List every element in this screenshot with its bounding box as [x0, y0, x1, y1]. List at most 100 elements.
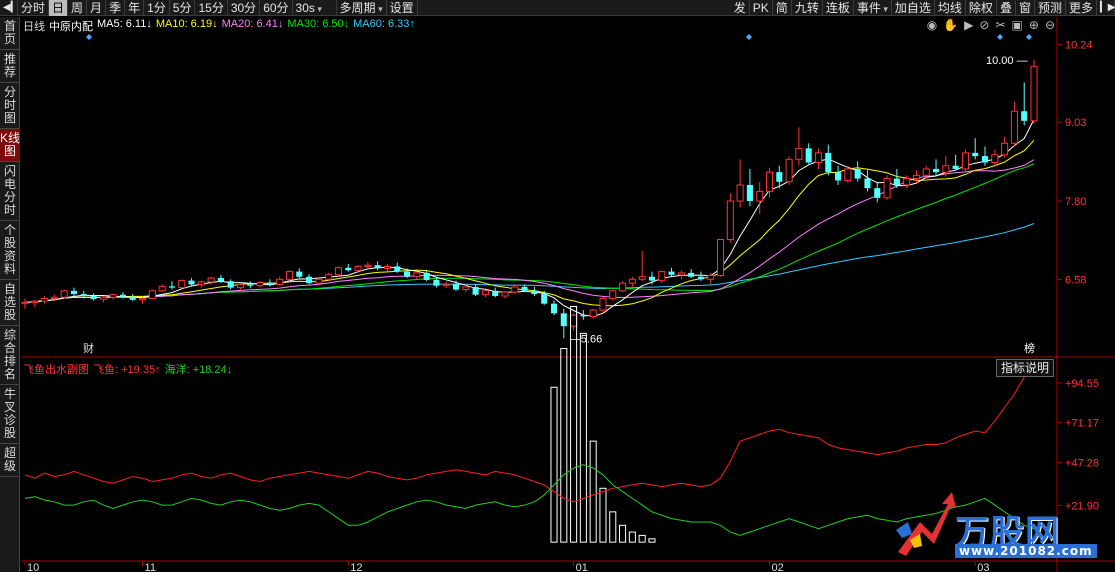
candle-body [178, 280, 186, 289]
lock-icon[interactable]: ▣ [1012, 18, 1023, 32]
candle-body [805, 148, 812, 163]
eye-icon[interactable]: ◉ [927, 18, 937, 32]
sub-indicator-name[interactable]: 飞鱼出水副图 [23, 361, 89, 376]
prev-arrow-icon[interactable]: ◀▎ [0, 0, 18, 16]
toolbar-right-item[interactable]: 窗 [1016, 0, 1035, 16]
scissors-icon[interactable]: ✂ [995, 18, 1005, 32]
candle-body [677, 272, 685, 276]
sidebar-tab[interactable]: 超级 [0, 444, 20, 477]
toolbar-right-item[interactable]: 更多 [1066, 0, 1097, 16]
month-label: 02 [772, 562, 784, 572]
zoom-in-icon[interactable]: ⊕ [1029, 18, 1039, 32]
candle-body [541, 294, 548, 304]
month-label: 03 [977, 562, 989, 572]
candle-body [903, 178, 911, 186]
candle-body [933, 168, 940, 173]
toolbar-right-item[interactable]: 除权 [966, 0, 997, 16]
candle-body [746, 184, 753, 202]
sidebar-tab[interactable]: 牛叉诊股 [0, 385, 20, 444]
candle-body [560, 313, 567, 327]
period-tab[interactable]: 周 [68, 0, 88, 16]
period-tab[interactable]: 季 [106, 0, 126, 16]
toolbar-right-item[interactable]: 均线 [935, 0, 966, 16]
sub-bar [550, 386, 558, 543]
sidebar-tab[interactable]: 推荐 [0, 50, 20, 83]
candle-body [883, 178, 891, 199]
candle-body [668, 271, 675, 275]
sub-bar [609, 511, 617, 543]
sub-bar [628, 531, 636, 543]
play-icon[interactable]: ▶ [964, 18, 973, 32]
ma20-line [24, 159, 1035, 303]
period-tab[interactable]: 15分 [195, 0, 228, 16]
candle-body [41, 298, 49, 302]
price-tick-label: 10.24 [1065, 39, 1093, 51]
candle-body [109, 294, 117, 298]
candle-body [981, 156, 989, 163]
hand-icon[interactable]: ✋ [943, 18, 958, 32]
ma30-value: MA30: 6.50↓ [287, 18, 350, 30]
sidebar-tab[interactable]: 闪电分时 [0, 162, 20, 221]
sub-bar [560, 348, 568, 543]
ma20-value: MA20: 6.41↓ [221, 18, 284, 30]
candle-body [139, 298, 147, 301]
left-sidebar: 首页 推荐 分时图 K线图 闪电分时 个股资料 自选股 综合排名 牛叉诊股 超级 [0, 17, 20, 572]
settings-button[interactable]: 设置 [387, 0, 418, 16]
candle-body [21, 301, 29, 305]
ma-legend: 日线 中原内配 MA5: 6.11↓ MA10: 6.19↓ MA20: 6.4… [23, 18, 415, 33]
sub-tick-label: +47.28 [1065, 458, 1099, 470]
sub-bar [599, 487, 607, 543]
candle-body [188, 280, 195, 285]
toolbar-right-item[interactable]: 连板 [823, 0, 854, 16]
candle-body [452, 284, 460, 290]
period-tab[interactable]: 30分 [228, 0, 261, 16]
month-label: 01 [576, 562, 588, 572]
sidebar-tab[interactable]: 自选股 [0, 280, 20, 326]
period-tab[interactable]: 月 [87, 0, 107, 16]
zoom-out-icon[interactable]: ⊖ [1045, 18, 1055, 32]
candle-body [1021, 111, 1028, 121]
sub-tick-label: +94.55 [1065, 378, 1099, 390]
toolbar-right-item[interactable]: 事件 [854, 0, 892, 16]
candle-body [364, 264, 372, 267]
period-tab[interactable]: 日 [49, 0, 69, 16]
feiyu-line [24, 365, 1035, 503]
ban-icon[interactable]: ⊘ [979, 18, 989, 32]
event-marker-icon [746, 34, 752, 40]
indicator-info-button[interactable]: 指标说明 [996, 359, 1054, 377]
sidebar-tab[interactable]: 综合排名 [0, 326, 20, 385]
sidebar-tab[interactable]: 个股资料 [0, 221, 20, 280]
toolbar-right-item[interactable]: 预测 [1035, 0, 1066, 16]
interval-select[interactable]: 30s [293, 0, 337, 16]
toolbar-right-item[interactable]: 九转 [792, 0, 823, 16]
toolbar-right-item[interactable]: PK [750, 0, 773, 16]
toolbar-right-item[interactable]: 发 [731, 0, 750, 16]
candle-body [716, 239, 725, 276]
candle-body [276, 278, 284, 285]
toolbar-right-item[interactable]: 简 [773, 0, 792, 16]
event-marker-icon [1026, 34, 1032, 40]
ranking-marker: 榜 [1024, 341, 1035, 355]
sub-bar [638, 534, 646, 543]
sidebar-tab[interactable]: 首页 [0, 17, 20, 50]
candle-body [599, 298, 607, 311]
wanguwang-logo-url: www.201082.com [955, 544, 1097, 558]
candle-body [296, 271, 303, 277]
period-tab[interactable]: 1分 [144, 0, 170, 16]
candle-body [501, 291, 509, 297]
sidebar-tab[interactable]: 分时图 [0, 83, 20, 129]
multi-period-button[interactable]: 多周期 [337, 0, 387, 16]
sub-bar [648, 538, 656, 543]
next-arrow-icon[interactable]: ▎▶ [1097, 0, 1115, 16]
period-tab[interactable]: 60分 [260, 0, 293, 16]
event-marker-icon [997, 34, 1003, 40]
candle-body [423, 272, 430, 280]
sidebar-tab[interactable]: K线图 [0, 129, 20, 162]
period-tab[interactable]: 年 [125, 0, 145, 16]
toolbar-right-item[interactable]: 叠 [997, 0, 1016, 16]
toolbar-right-item[interactable]: 加自选 [892, 0, 935, 16]
period-tab[interactable]: 分时 [18, 0, 50, 16]
candle-body [991, 154, 999, 164]
candle-body [1001, 142, 1009, 156]
period-tab[interactable]: 5分 [170, 0, 196, 16]
